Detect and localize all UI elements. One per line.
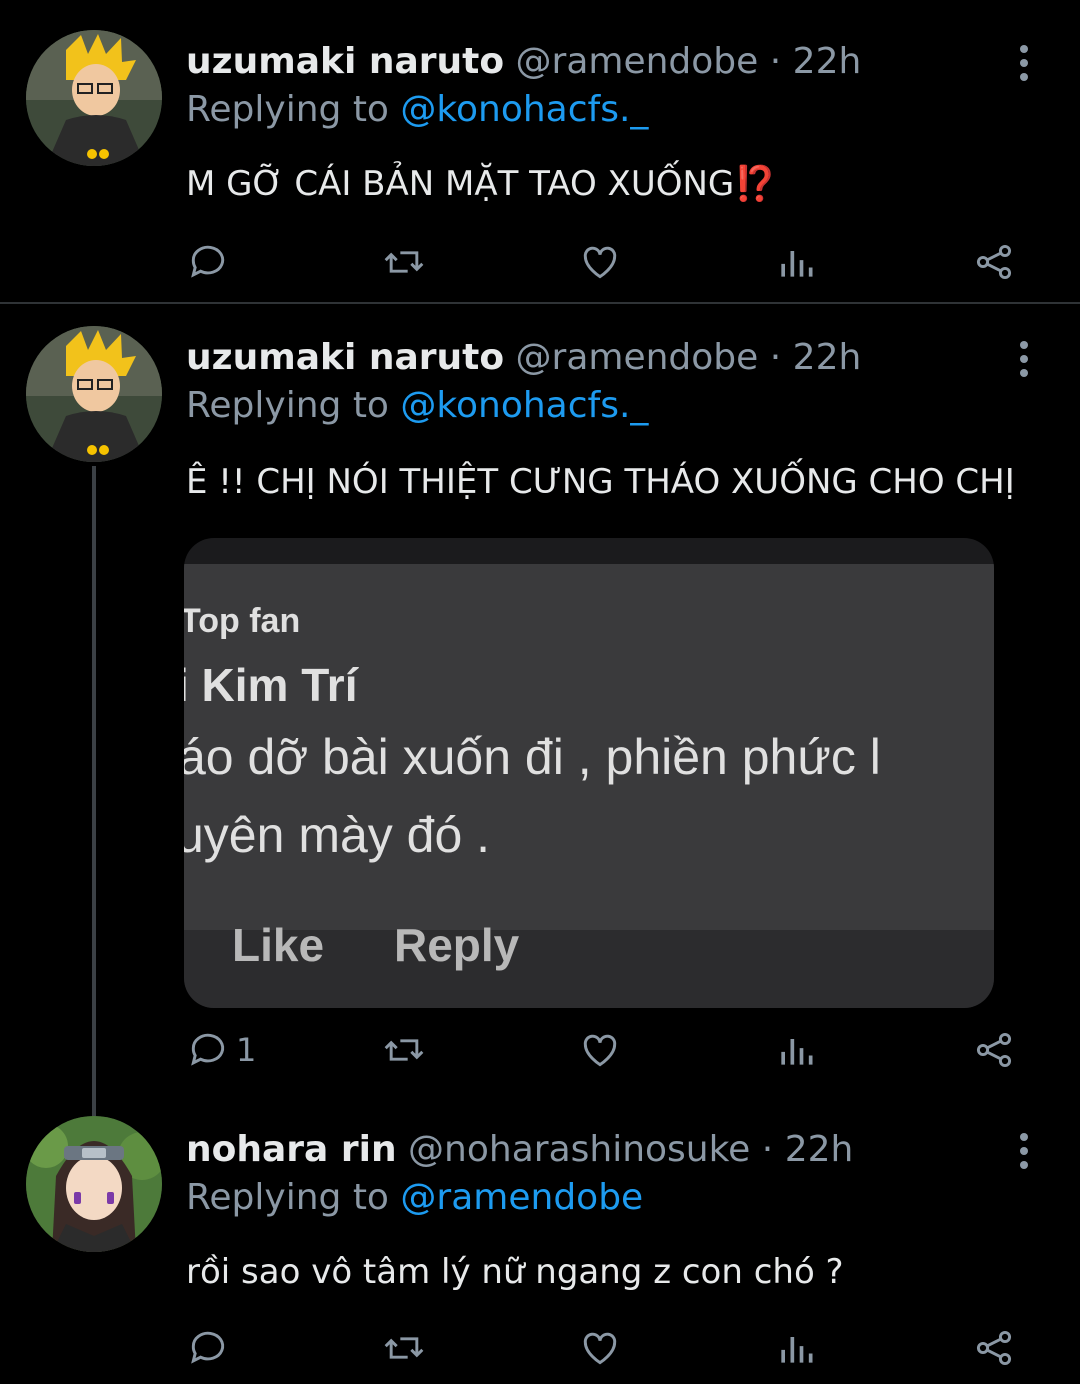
tweet-header: uzumaki naruto @ramendobe · 22h [186,336,861,380]
timestamp[interactable]: 22h [785,1129,854,1170]
retweet-icon [384,1039,424,1061]
attached-image[interactable]: Top fan i Kim Trí áo dỡ bài xuốn đi , ph… [184,538,994,1008]
analytics-button[interactable] [774,232,818,292]
top-fan-label: Top fan [184,602,301,640]
reply-button[interactable] [186,232,230,292]
avatar[interactable] [26,1116,162,1252]
commenter-name: i Kim Trí [184,659,358,711]
rin-avatar-icon [26,1116,162,1252]
image-like-label: Like [232,919,325,971]
avatar[interactable] [26,30,162,166]
heart-icon [583,246,617,279]
replying-prefix: Replying to [186,89,389,130]
replying-to: Replying to @konohacfs._ [186,88,648,132]
more-options-icon[interactable] [1008,338,1040,390]
separator-dot: · [769,337,782,378]
mention-link[interactable]: @konohacfs._ [400,385,648,426]
separator-dot: · [761,1129,774,1170]
tweet-text-content: M GỠ CÁI BẢN MẶT TAO XUỐNG [186,164,735,204]
action-bar: 1 [0,1020,1080,1080]
analytics-button[interactable] [774,1020,818,1080]
user-handle[interactable]: @ramendobe [516,337,759,378]
analytics-button[interactable] [774,1318,818,1378]
mention-link[interactable]: @ramendobe [400,1177,643,1218]
replying-prefix: Replying to [186,385,389,426]
share-button[interactable] [972,1318,1016,1378]
display-name[interactable]: uzumaki naruto [186,337,504,378]
comment-line-1: áo dỡ bài xuốn đi , phiền phức l [184,729,881,785]
share-icon [976,1032,1012,1068]
reply-icon [191,1033,225,1066]
heart-icon [583,1034,617,1067]
like-button[interactable] [578,1020,622,1080]
like-button[interactable] [578,232,622,292]
action-bar [0,232,1080,292]
display-name[interactable]: nohara rin [186,1129,397,1170]
retweet-button[interactable] [382,1318,426,1378]
more-options-icon[interactable] [1008,42,1040,94]
replying-to: Replying to @konohacfs._ [186,384,648,428]
reply-button[interactable]: 1 [186,1020,256,1080]
analytics-icon [781,251,813,277]
naruto-avatar-icon [26,30,162,166]
action-bar [0,1318,1080,1378]
share-button[interactable] [972,1020,1016,1080]
replying-to: Replying to @ramendobe [186,1176,643,1220]
reply-count: 1 [236,1031,257,1069]
retweet-icon [384,251,424,273]
comment-line-2: uyên mày đó . [184,807,491,863]
analytics-icon [781,1039,813,1065]
heart-icon [583,1332,617,1365]
tweet-divider [0,302,1080,304]
tweet-text: M GỠ CÁI BẢN MẶT TAO XUỐNG⁉️ [186,162,777,206]
separator-dot: · [769,41,782,82]
analytics-icon [781,1337,813,1363]
more-options-icon[interactable] [1008,1130,1040,1182]
user-handle[interactable]: @noharashinosuke [408,1129,750,1170]
timestamp[interactable]: 22h [793,337,862,378]
display-name[interactable]: uzumaki naruto [186,41,504,82]
replying-prefix: Replying to [186,1177,389,1218]
share-icon [976,1330,1012,1366]
reply-button[interactable] [186,1318,230,1378]
retweet-icon [384,1337,424,1359]
timestamp[interactable]: 22h [793,41,862,82]
share-button[interactable] [972,232,1016,292]
tweet-text: Ê !! CHỊ NÓI THIỆT CƯNG THÁO XUỐNG CHO C… [186,462,1015,502]
like-button[interactable] [578,1318,622,1378]
interrobang-emoji-icon: ⁉️ [734,164,777,204]
image-reply-label: Reply [394,919,520,971]
tweet-header: uzumaki naruto @ramendobe · 22h [186,40,861,84]
tweet-header: nohara rin @noharashinosuke · 22h [186,1128,853,1172]
tweet-text: rồi sao vô tâm lý nữ ngang z con chó ? [186,1252,844,1292]
user-handle[interactable]: @ramendobe [516,41,759,82]
share-icon [976,244,1012,280]
naruto-avatar-icon [26,326,162,462]
avatar[interactable] [26,326,162,462]
mention-link[interactable]: @konohacfs._ [400,89,648,130]
retweet-button[interactable] [382,1020,426,1080]
reply-icon [191,1331,225,1364]
retweet-button[interactable] [382,232,426,292]
reply-icon [191,245,225,278]
